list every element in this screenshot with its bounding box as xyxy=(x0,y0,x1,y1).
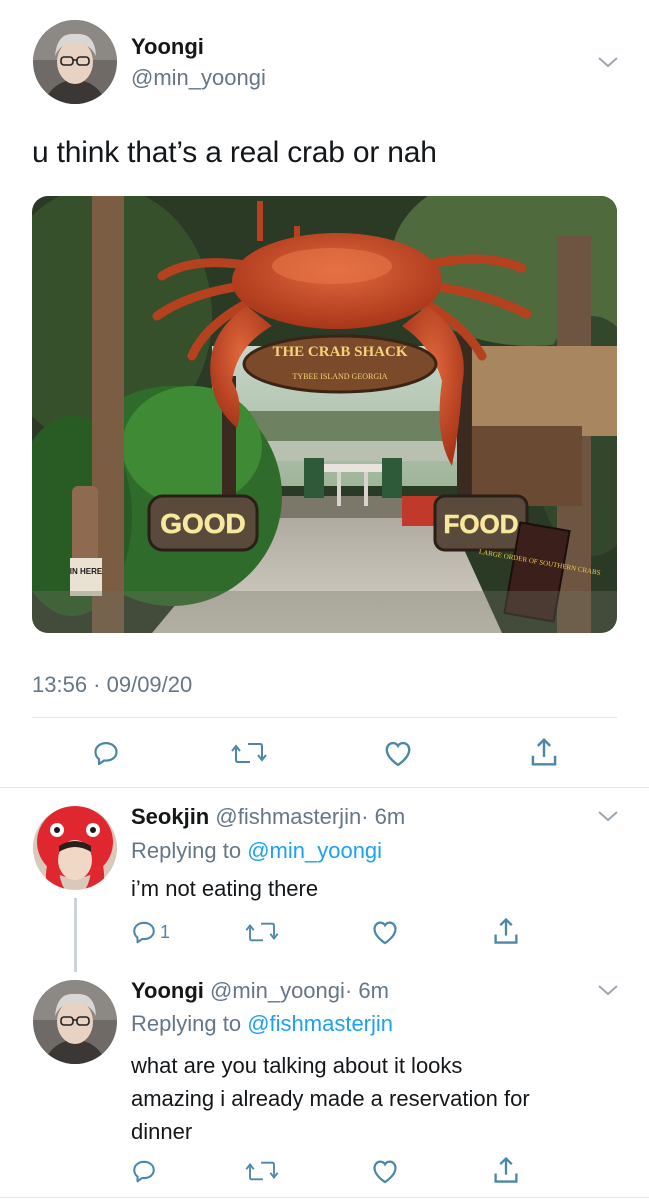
tweet-photo[interactable]: THE CRAB SHACK TYBEE ISLAND GEORGIA GOOD… xyxy=(32,196,617,633)
like-icon xyxy=(373,1160,397,1184)
like-icon xyxy=(385,741,411,767)
timestamp[interactable]: 13:56 · 09/09/20 xyxy=(32,672,192,698)
chevron-down-icon[interactable] xyxy=(597,983,619,997)
avatar-image xyxy=(33,806,117,890)
retweet-button[interactable] xyxy=(231,740,267,766)
reply-text: i’m not eating there xyxy=(131,876,319,901)
reply-icon xyxy=(133,1160,155,1183)
retweet-icon xyxy=(231,743,267,763)
like-button[interactable] xyxy=(383,739,413,767)
reply-author-handle[interactable]: @min_yoongi xyxy=(210,978,345,1003)
reply-text: what are you talking about it looks amaz… xyxy=(131,1049,530,1148)
share-icon xyxy=(494,917,518,944)
author-name[interactable]: Yoongi xyxy=(131,34,204,60)
reply-button[interactable] xyxy=(92,739,120,767)
avatar[interactable] xyxy=(33,806,117,890)
like-button[interactable] xyxy=(371,919,399,945)
author-handle[interactable]: @min_yoongi xyxy=(131,65,266,91)
reply-text-line: amazing i already made a reservation for xyxy=(131,1086,530,1111)
sign-crab-shack: THE CRAB SHACK xyxy=(272,344,407,360)
like-icon xyxy=(373,921,397,945)
replying-to-handle[interactable]: @fishmasterjin xyxy=(247,1011,393,1036)
retweet-button[interactable] xyxy=(245,920,279,944)
thread-line xyxy=(74,898,77,972)
reply-time: · 6m xyxy=(361,804,406,829)
avatar[interactable] xyxy=(33,20,117,104)
reply-count: 1 xyxy=(160,921,171,942)
divider xyxy=(32,717,617,718)
share-button[interactable] xyxy=(492,1155,520,1185)
reply-header: Seokjin @fishmasterjin· 6m xyxy=(131,804,405,830)
replying-to-label: Replying to xyxy=(131,838,242,863)
reply-author-handle[interactable]: @fishmasterjin xyxy=(215,804,361,829)
sign-tybee: TYBEE ISLAND GEORGIA xyxy=(292,372,387,381)
reply-header: Yoongi @min_yoongi· 6m xyxy=(131,978,389,1004)
share-icon xyxy=(531,737,557,766)
avatar[interactable] xyxy=(33,980,117,1064)
share-button[interactable] xyxy=(492,916,520,946)
reply-text-line: dinner xyxy=(131,1119,193,1144)
reply-button[interactable] xyxy=(131,1158,157,1184)
divider xyxy=(0,1197,649,1198)
sign-good: GOOD xyxy=(160,508,246,539)
reply-author-name[interactable]: Seokjin xyxy=(131,804,209,829)
reply-icon xyxy=(94,741,118,766)
reply-text-line: what are you talking about it looks xyxy=(131,1053,463,1078)
share-icon xyxy=(494,1156,518,1183)
tweet-text: u think that’s a real crab or nah xyxy=(32,136,437,169)
chevron-down-icon[interactable] xyxy=(597,55,619,69)
reply-author-name[interactable]: Yoongi xyxy=(131,978,204,1003)
reply-button[interactable]: 1 xyxy=(131,919,170,945)
replying-to: Replying to @min_yoongi xyxy=(131,838,382,864)
divider xyxy=(0,787,649,788)
reply-time: · 6m xyxy=(344,978,389,1003)
sign-food: FOOD xyxy=(443,509,518,539)
reply-icon xyxy=(133,921,155,944)
replying-to-label: Replying to xyxy=(131,1011,242,1036)
replying-to-handle[interactable]: @min_yoongi xyxy=(247,838,382,863)
avatar-image xyxy=(33,20,117,104)
like-button[interactable] xyxy=(371,1158,399,1184)
retweet-icon xyxy=(245,922,279,942)
chevron-down-icon[interactable] xyxy=(597,809,619,823)
avatar-image xyxy=(33,980,117,1064)
retweet-button[interactable] xyxy=(245,1159,279,1183)
share-button[interactable] xyxy=(529,736,559,768)
replying-to: Replying to @fishmasterjin xyxy=(131,1011,393,1037)
retweet-icon xyxy=(245,1161,279,1181)
sign-in-here: IN HERE xyxy=(70,567,103,576)
